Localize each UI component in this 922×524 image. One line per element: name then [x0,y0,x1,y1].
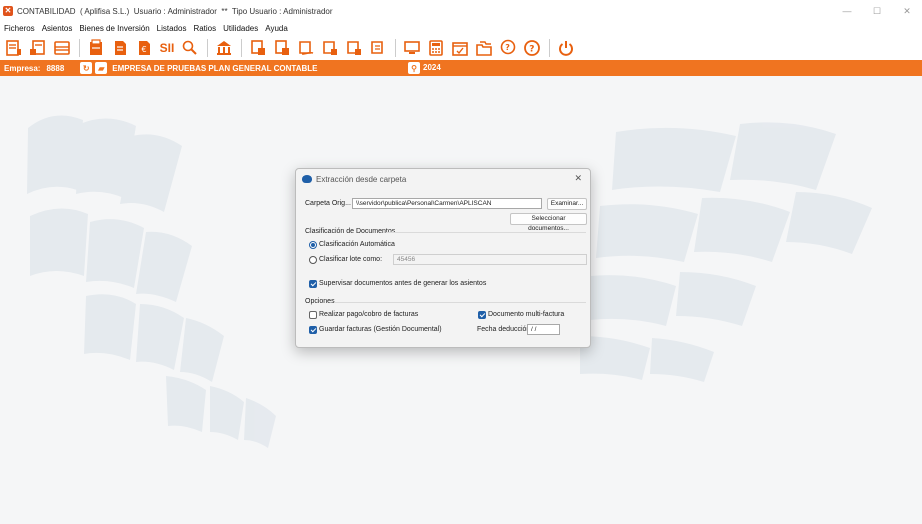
calculator-icon[interactable] [426,38,446,58]
seleccionar-documentos-button[interactable]: Seleccionar documentos... [510,213,587,232]
menu-ayuda[interactable]: Ayuda [265,24,288,33]
list-icon-5[interactable] [344,38,364,58]
dialog-close-button[interactable]: ✕ [574,173,582,184]
toolbar-separator [241,38,242,57]
document-icon[interactable] [86,38,106,58]
title-bar: ✕ CONTABILIDAD ( Aplifisa S.L.) Usuario … [0,0,922,22]
menu-utilidades[interactable]: Utilidades [223,24,258,33]
search-icon[interactable]: ⚲ [408,62,420,74]
list-icon-2[interactable] [272,38,292,58]
journal-icon[interactable] [28,38,48,58]
window-controls: — ☐ ✕ [832,0,922,22]
dialog-titlebar: Extracción desde carpeta ✕ [296,169,590,189]
menu-bar: Ficheros Asientos Bienes de Inversión Li… [0,22,922,35]
euro-doc-icon[interactable]: € [134,38,154,58]
realizar-pago-checkbox[interactable] [309,311,317,319]
fecha-deduccion-input[interactable]: / / [527,324,560,335]
register-icon[interactable] [52,38,72,58]
menu-asientos[interactable]: Asientos [42,24,73,33]
radio-clasificacion-automatica[interactable] [309,241,317,249]
list-icon-6[interactable] [368,38,388,58]
svg-text:?: ? [505,43,510,52]
maximize-button[interactable]: ☐ [862,0,892,22]
sii-label: SII [159,40,175,55]
guardar-facturas-checkbox[interactable] [309,326,317,334]
list-icon-3[interactable] [296,38,316,58]
app-icon: ✕ [3,6,13,16]
company-label: Empresa: [4,63,41,73]
carpeta-label: Carpeta Orig... [305,200,351,207]
menu-bienes-inversion[interactable]: Bienes de Inversión [79,24,149,33]
multifactura-checkbox[interactable] [478,311,486,319]
realizar-pago-label: Realizar pago/cobro de facturas [319,311,419,318]
menu-listados[interactable]: Listados [157,24,187,33]
menu-ratios[interactable]: Ratios [193,24,216,33]
supervisar-label: Supervisar documentos antes de generar l… [319,280,487,287]
dialog-title: Extracción desde carpeta [316,174,407,184]
company-code: 8888 [46,63,65,73]
opciones-heading: Opciones [305,298,335,305]
bill-icon[interactable] [110,38,130,58]
radio-clasificar-lote[interactable] [309,256,317,264]
company-bar: Empresa: 8888 ↻ ▰ EMPRESA DE PRUEBAS PLA… [0,60,922,76]
window-title: CONTABILIDAD ( Aplifisa S.L.) Usuario : … [17,6,333,16]
monitor-icon[interactable] [402,38,422,58]
fecha-deduccion-label: Fecha deducción [477,326,531,333]
list-icon-4[interactable] [320,38,340,58]
toolbar-separator [207,38,208,57]
toolbar-separator [79,38,80,57]
clasificacion-heading: Clasificación de Documentos [305,228,396,235]
menu-ficheros[interactable]: Ficheros [4,24,35,33]
radio-auto-label: Clasificación Automática [319,241,395,248]
lote-input[interactable]: 45456 [393,254,587,265]
search-doc-icon[interactable] [180,38,200,58]
examinar-button[interactable]: Examinar... [547,198,587,210]
help-icon[interactable]: ? [522,38,542,58]
folders-icon[interactable] [474,38,494,58]
section-divider [386,232,586,233]
close-button[interactable]: ✕ [892,0,922,22]
svg-text:?: ? [529,44,534,54]
radio-lote-label: Clasificar lote como: [319,256,383,263]
supervisar-checkbox[interactable] [309,280,317,288]
minimize-button[interactable]: — [832,0,862,22]
power-icon[interactable] [556,38,576,58]
toolbar-separator [395,38,396,57]
section-divider [334,302,586,303]
calendar-icon[interactable] [450,38,470,58]
fiscal-year: 2024 [423,63,441,72]
help-chat-icon[interactable]: ? [498,38,518,58]
extraction-dialog: Extracción desde carpeta ✕ Carpeta Orig.… [295,168,591,348]
toolbar: € SII ? ? [0,35,922,60]
carpeta-input[interactable]: \\servidor\publica\Personal\Carmen\APLIS… [352,198,542,209]
bank-icon[interactable] [214,38,234,58]
ledger-icon[interactable] [4,38,24,58]
folder-icon[interactable]: ▰ [95,62,108,74]
company-name: EMPRESA DE PRUEBAS PLAN GENERAL CONTABLE [112,63,318,73]
guardar-facturas-label: Guardar facturas (Gestión Documental) [319,326,442,333]
eye-icon [302,175,312,183]
refresh-icon[interactable]: ↻ [80,62,93,74]
sii-icon[interactable]: SII [158,38,176,58]
multifactura-label: Documento multi-factura [488,311,565,318]
list-icon-1[interactable] [248,38,268,58]
toolbar-separator [549,38,550,57]
svg-text:€: € [142,45,147,54]
